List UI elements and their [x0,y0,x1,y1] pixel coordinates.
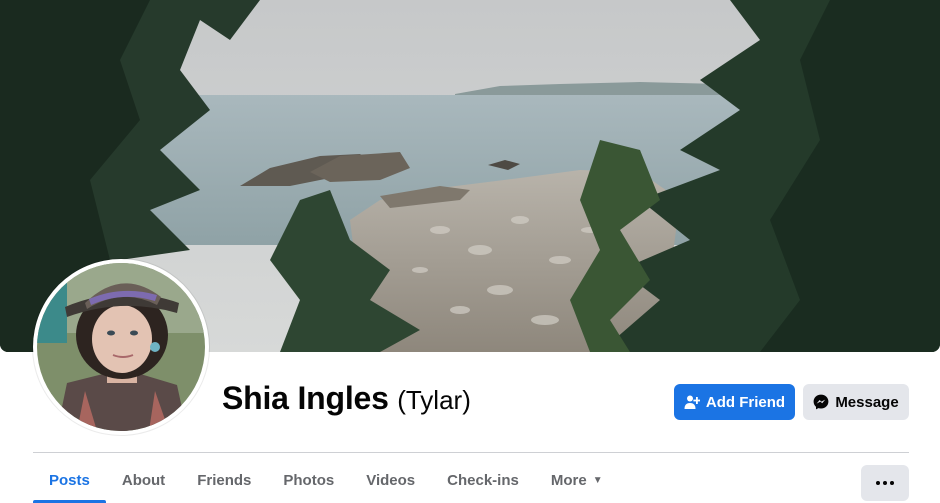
tab-label: Videos [366,472,416,489]
tab-friends[interactable]: Friends [181,458,267,503]
tab-videos[interactable]: Videos [350,458,431,503]
tab-label: About [121,472,166,489]
profile-page: Shia Ingles (Tylar) Add Friend Message P… [0,0,940,503]
profile-name: Shia Ingles [222,380,389,416]
avatar-photo [37,263,205,431]
tab-check-ins[interactable]: Check-ins [431,458,535,503]
tab-label: Friends [197,472,252,489]
profile-avatar[interactable] [33,259,209,435]
profile-name-row: Shia Ingles (Tylar) [222,380,471,417]
message-label: Message [835,393,899,411]
ellipsis-icon [876,481,894,485]
add-friend-label: Add Friend [705,393,786,411]
tab-label: Posts [49,472,90,489]
tab-label: Photos [283,472,335,489]
profile-alternate-name: (Tylar) [397,385,471,415]
tab-photos[interactable]: Photos [267,458,350,503]
tab-label: More [550,472,587,489]
messenger-icon [813,394,829,410]
header-divider [33,452,909,453]
add-friend-button[interactable]: Add Friend [674,384,795,420]
message-button[interactable]: Message [803,384,909,420]
profile-tabs: Posts About Friends Photos Videos Check-… [33,458,619,503]
person-plus-icon [684,394,700,410]
tab-posts[interactable]: Posts [33,458,106,503]
tab-label: Check-ins [447,472,519,489]
tab-more[interactable]: More ▼ [535,458,619,503]
caret-down-icon: ▼ [592,475,603,486]
tab-about[interactable]: About [106,458,181,503]
overflow-menu-button[interactable] [861,465,909,501]
